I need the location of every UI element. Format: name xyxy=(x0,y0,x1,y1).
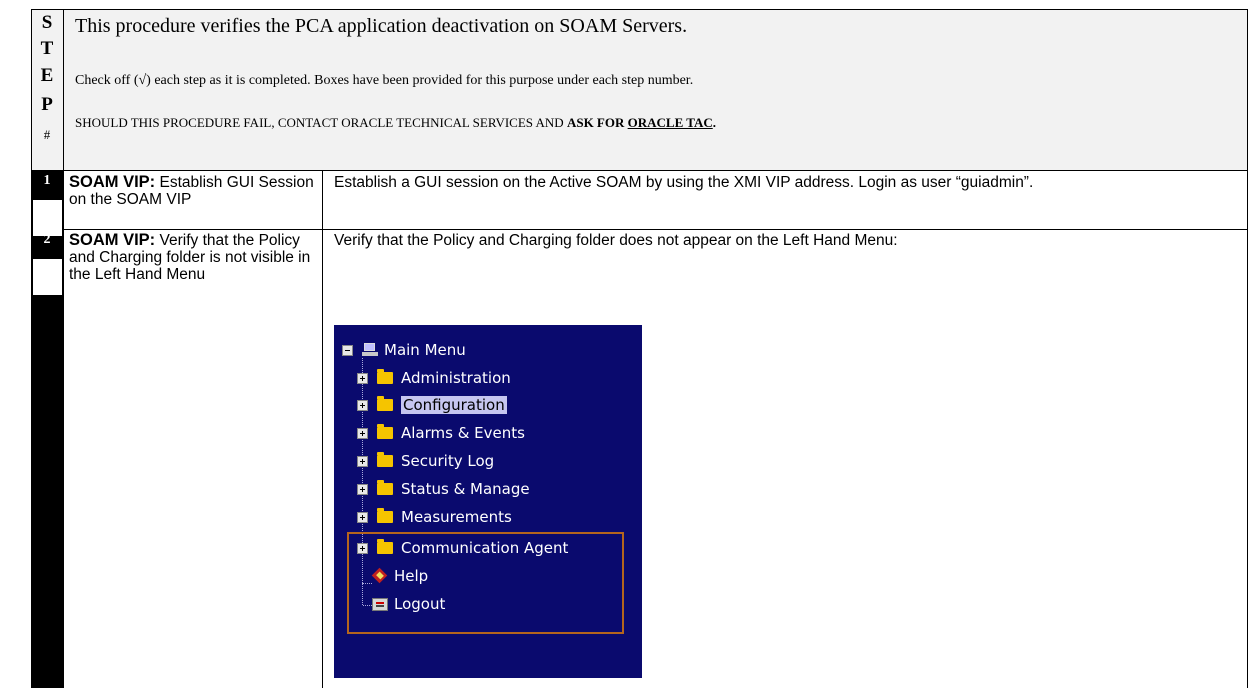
step-2-number: 2 xyxy=(43,232,51,247)
folder-icon xyxy=(377,369,393,384)
collapse-icon[interactable] xyxy=(342,344,353,356)
step-1-bottom-border xyxy=(63,229,1248,230)
menu-root-label: Main Menu xyxy=(384,341,466,359)
expand-icon[interactable] xyxy=(357,372,368,384)
failure-notice-prefix: SHOULD THIS PROCEDURE FAIL, CONTACT ORAC… xyxy=(75,115,567,130)
folder-icon xyxy=(377,508,393,523)
menu-root[interactable]: Main Menu xyxy=(342,339,466,361)
step-header-letter-e: E xyxy=(40,65,54,86)
expand-icon[interactable] xyxy=(357,483,368,495)
step-2-target-bold: SOAM VIP: xyxy=(69,231,156,249)
step-header-hash: # xyxy=(43,127,51,142)
expand-icon[interactable] xyxy=(357,399,368,411)
procedure-document: S T E P # This procedure verifies the PC… xyxy=(0,0,1248,688)
step-1-instruction: Establish a GUI session on the Active SO… xyxy=(334,174,1034,191)
menu-item-label: Configuration xyxy=(401,396,507,414)
step-header-letter-t: T xyxy=(40,38,54,59)
folder-icon xyxy=(377,396,393,411)
step-header-letter-p: P xyxy=(41,94,53,115)
step-1-target: SOAM VIP: Establish GUI Session on the S… xyxy=(69,173,314,209)
computer-icon xyxy=(362,343,378,357)
header-bottom-border xyxy=(31,170,1248,171)
expand-icon[interactable] xyxy=(357,455,368,467)
menu-item-measurements[interactable]: Measurements xyxy=(357,506,512,528)
menu-item-status-manage[interactable]: Status & Manage xyxy=(357,478,530,500)
failure-notice-end: . xyxy=(712,115,716,130)
step-2-target: SOAM VIP: Verify that the Policy and Cha… xyxy=(69,231,319,284)
step-1-checkbox[interactable] xyxy=(33,200,62,236)
step-2-checkbox[interactable] xyxy=(33,259,62,295)
expand-icon[interactable] xyxy=(357,511,368,523)
step-2-instruction: Verify that the Policy and Charging fold… xyxy=(334,232,898,249)
step-column-border xyxy=(63,9,64,688)
folder-icon xyxy=(377,452,393,467)
failure-notice: SHOULD THIS PROCEDURE FAIL, CONTACT ORAC… xyxy=(75,115,716,131)
menu-item-administration[interactable]: Administration xyxy=(357,367,511,389)
menu-item-configuration[interactable]: Configuration xyxy=(357,394,507,416)
expand-icon[interactable] xyxy=(357,427,368,439)
menu-item-security-log[interactable]: Security Log xyxy=(357,450,494,472)
target-column-border xyxy=(322,170,323,688)
step-number-column xyxy=(31,171,63,688)
failure-notice-tac: ORACLE TAC xyxy=(627,115,713,130)
menu-item-label: Administration xyxy=(401,369,511,387)
highlight-box xyxy=(347,532,624,634)
table-top-border xyxy=(31,9,1248,10)
folder-icon xyxy=(377,480,393,495)
folder-icon xyxy=(377,424,393,439)
failure-notice-ask: ASK FOR xyxy=(566,115,628,130)
menu-item-label: Status & Manage xyxy=(401,480,530,498)
step-header-letter-s: S xyxy=(41,12,53,33)
step-1-number: 1 xyxy=(43,173,51,188)
procedure-title: This procedure verifies the PCA applicat… xyxy=(75,15,688,37)
menu-item-label: Alarms & Events xyxy=(401,424,525,442)
menu-item-label: Security Log xyxy=(401,452,495,470)
check-instruction: Check off (√) each step as it is complet… xyxy=(75,73,694,88)
menu-item-alarms-events[interactable]: Alarms & Events xyxy=(357,422,525,444)
menu-item-label: Measurements xyxy=(401,508,512,526)
step-1-target-bold: SOAM VIP: xyxy=(69,173,156,191)
table-left-border xyxy=(31,9,32,688)
